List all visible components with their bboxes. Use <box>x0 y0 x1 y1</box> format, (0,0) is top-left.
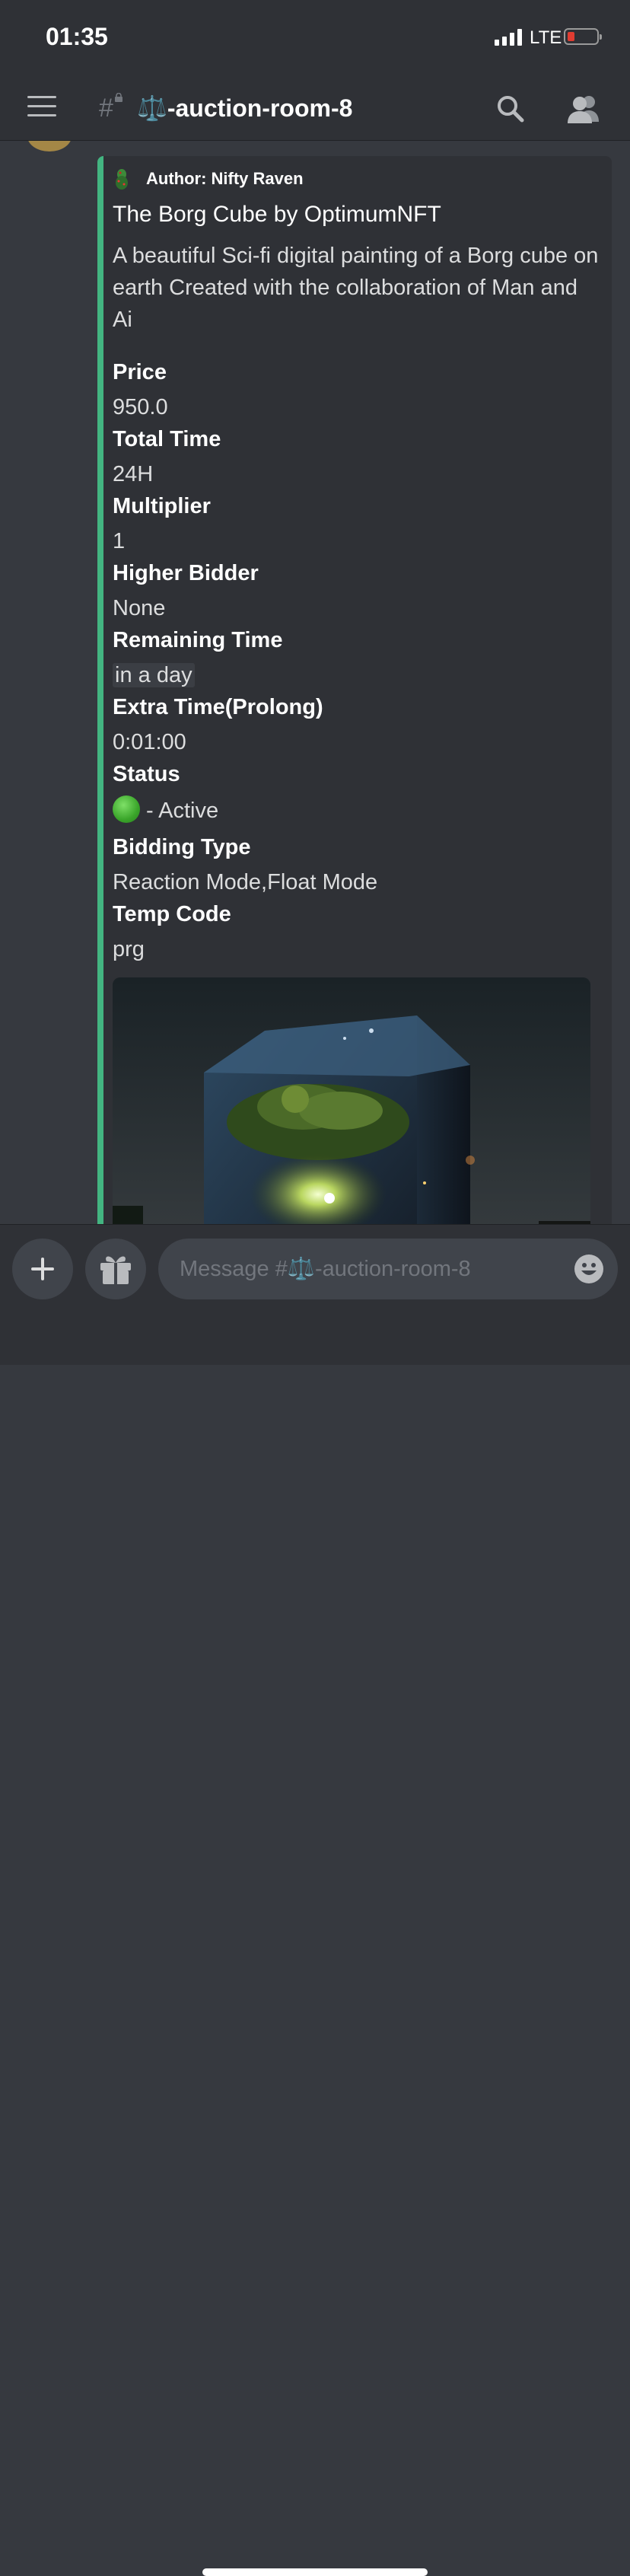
auction-embed: Author: Nifty Raven The Borg Cube by Opt… <box>97 156 612 1224</box>
green-circle-icon <box>113 795 140 824</box>
author-avatar-icon <box>116 169 128 190</box>
avatar[interactable] <box>27 141 72 151</box>
status-time: 01:35 <box>46 23 108 50</box>
signal-icon <box>495 29 522 46</box>
field-temp-code-name: Temp Code <box>113 902 231 926</box>
search-icon[interactable] <box>495 93 527 125</box>
field-bidding-type-name: Bidding Type <box>113 835 251 859</box>
gift-button[interactable] <box>85 1239 146 1299</box>
embed-image-borg-cube[interactable] <box>113 977 590 1224</box>
field-total-time-name: Total Time <box>113 427 221 451</box>
channel-header: # ⚖️-auction-room-8 <box>0 76 630 141</box>
message-list[interactable]: Author: Nifty Raven The Borg Cube by Opt… <box>0 141 630 1224</box>
gift-icon <box>100 1256 131 1284</box>
field-extra-time-value: 0:01:00 <box>113 730 186 754</box>
embed-title: The Borg Cube by OptimumNFT <box>113 202 441 227</box>
status-text: - Active <box>146 799 219 823</box>
network-label: LTE <box>530 27 562 48</box>
embed-accent-bar <box>97 156 103 1224</box>
field-extra-time-name: Extra Time(Prolong) <box>113 695 323 719</box>
members-icon[interactable] <box>566 93 601 125</box>
message-input[interactable] <box>180 1257 545 1282</box>
field-status-name: Status <box>113 762 180 786</box>
status-bar: 01:35 LTE <box>0 0 630 76</box>
add-attachment-button[interactable] <box>12 1239 73 1299</box>
author-name: Author: Nifty Raven <box>146 169 304 188</box>
embed-description: A beautiful Sci-fi digital painting of a… <box>113 244 599 332</box>
field-remaining-time-value: in a day <box>113 663 195 688</box>
previous-message-fragment <box>107 141 396 147</box>
battery-icon <box>564 28 602 45</box>
field-status-value: - Active <box>113 795 219 824</box>
field-multiplier-value: 1 <box>113 529 126 553</box>
field-total-time-value: 24H <box>113 462 154 486</box>
field-temp-code-value: prg <box>113 937 145 961</box>
emoji-icon[interactable] <box>574 1254 604 1284</box>
timestamp-highlight[interactable]: in a day <box>113 663 195 687</box>
field-remaining-time-name: Remaining Time <box>113 628 283 652</box>
embed-author[interactable]: Author: Nifty Raven <box>113 165 304 193</box>
locked-channel-icon: # <box>99 91 128 125</box>
channel-title[interactable]: ⚖️-auction-room-8 <box>137 91 352 125</box>
composer-bar <box>0 1224 630 2576</box>
hamburger-menu-icon[interactable] <box>27 96 56 119</box>
field-price-value: 950.0 <box>113 395 168 419</box>
field-price-name: Price <box>113 360 167 384</box>
home-indicator[interactable] <box>202 2568 428 2576</box>
field-bidding-type-value: Reaction Mode,Float Mode <box>113 870 378 894</box>
field-multiplier-name: Multiplier <box>113 494 211 518</box>
field-higher-bidder-value: None <box>113 596 166 620</box>
message-input-container[interactable] <box>158 1239 618 1299</box>
field-higher-bidder-name: Higher Bidder <box>113 561 259 585</box>
